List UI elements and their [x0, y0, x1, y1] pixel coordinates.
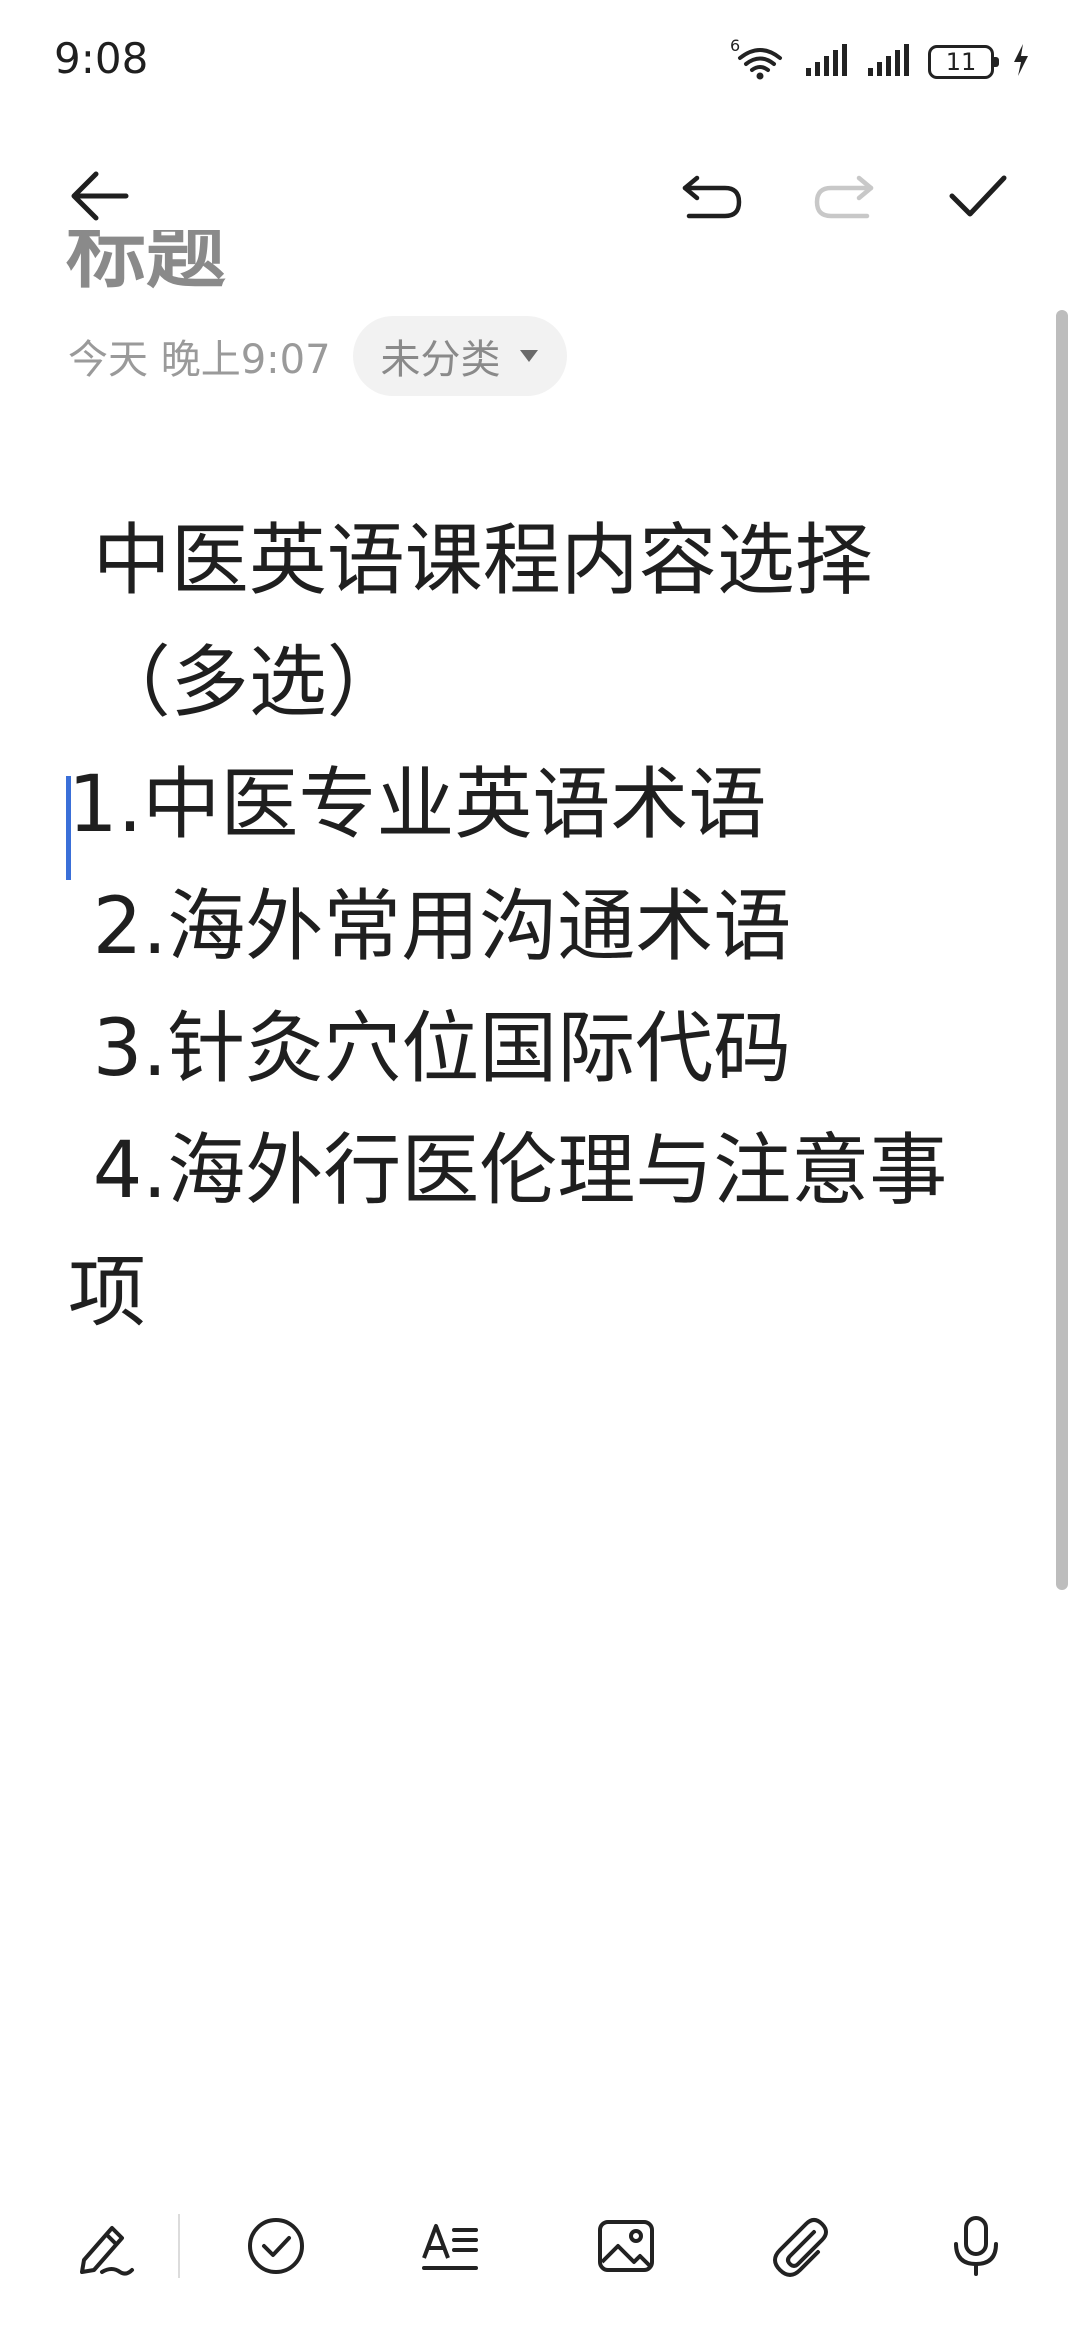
content-line: 2.海外常用沟通术语: [68, 882, 792, 972]
redo-icon: [814, 175, 874, 219]
status-icons: 6 11: [730, 36, 1030, 84]
confirm-button[interactable]: [942, 160, 1014, 232]
battery-icon: 11: [928, 45, 999, 79]
insert-image-button[interactable]: [586, 2206, 666, 2286]
content-line: （多选）: [68, 638, 405, 728]
undo-icon: [682, 175, 742, 219]
caret-down-icon: [519, 350, 538, 362]
content-line: 项: [68, 1248, 147, 1338]
status-time: 9:08: [54, 34, 149, 83]
pen-icon: [80, 2226, 134, 2276]
bottom-toolbar: [0, 2190, 1080, 2300]
note-meta: 今天 晚上9:07 未分类: [68, 316, 567, 396]
status-bar: 9:08 6 11: [0, 0, 1080, 120]
handwriting-button[interactable]: [64, 2206, 144, 2286]
checklist-icon: [248, 2218, 304, 2274]
undo-button[interactable]: [676, 160, 748, 232]
text-cursor: [66, 776, 71, 880]
image-icon: [598, 2220, 654, 2272]
signal-icon-1: [804, 42, 848, 82]
content-line: 中医英语课程内容选择: [68, 516, 873, 606]
category-selector[interactable]: 未分类: [352, 316, 567, 396]
redo-button[interactable]: [808, 160, 880, 232]
back-arrow-icon: [71, 171, 129, 221]
scrollbar[interactable]: [1056, 310, 1068, 1590]
network-label: 6: [730, 36, 741, 55]
signal-icon-2: [866, 42, 910, 82]
wifi-icon: 6: [730, 36, 786, 82]
content-line: 3.针灸穴位国际代码: [68, 1004, 792, 1094]
note-body[interactable]: 中医英语课程内容选择 （多选） 1.中医专业英语术语 2.海外常用沟通术语 3.…: [68, 500, 1028, 1354]
back-button[interactable]: [64, 160, 136, 232]
note-title[interactable]: 标题: [66, 230, 466, 290]
content-line: 1.中医专业英语术语: [68, 760, 767, 850]
charging-icon: [1012, 43, 1030, 81]
text-format-button[interactable]: [410, 2206, 490, 2286]
attachment-button[interactable]: [760, 2206, 840, 2286]
note-date: 今天 晚上9:07: [68, 337, 331, 383]
checkmark-icon: [949, 175, 1007, 217]
battery-level: 11: [945, 48, 977, 76]
voice-input-button[interactable]: [936, 2206, 1016, 2286]
checklist-button[interactable]: [236, 2206, 316, 2286]
category-label: 未分类: [380, 337, 501, 383]
microphone-icon: [954, 2216, 998, 2276]
content-line: 4.海外行医伦理与注意事: [68, 1126, 948, 1216]
attachment-icon: [773, 2218, 828, 2277]
toolbar-divider: [178, 2214, 180, 2278]
note-title-text: 标题: [66, 230, 226, 290]
text-format-icon: [422, 2224, 478, 2270]
